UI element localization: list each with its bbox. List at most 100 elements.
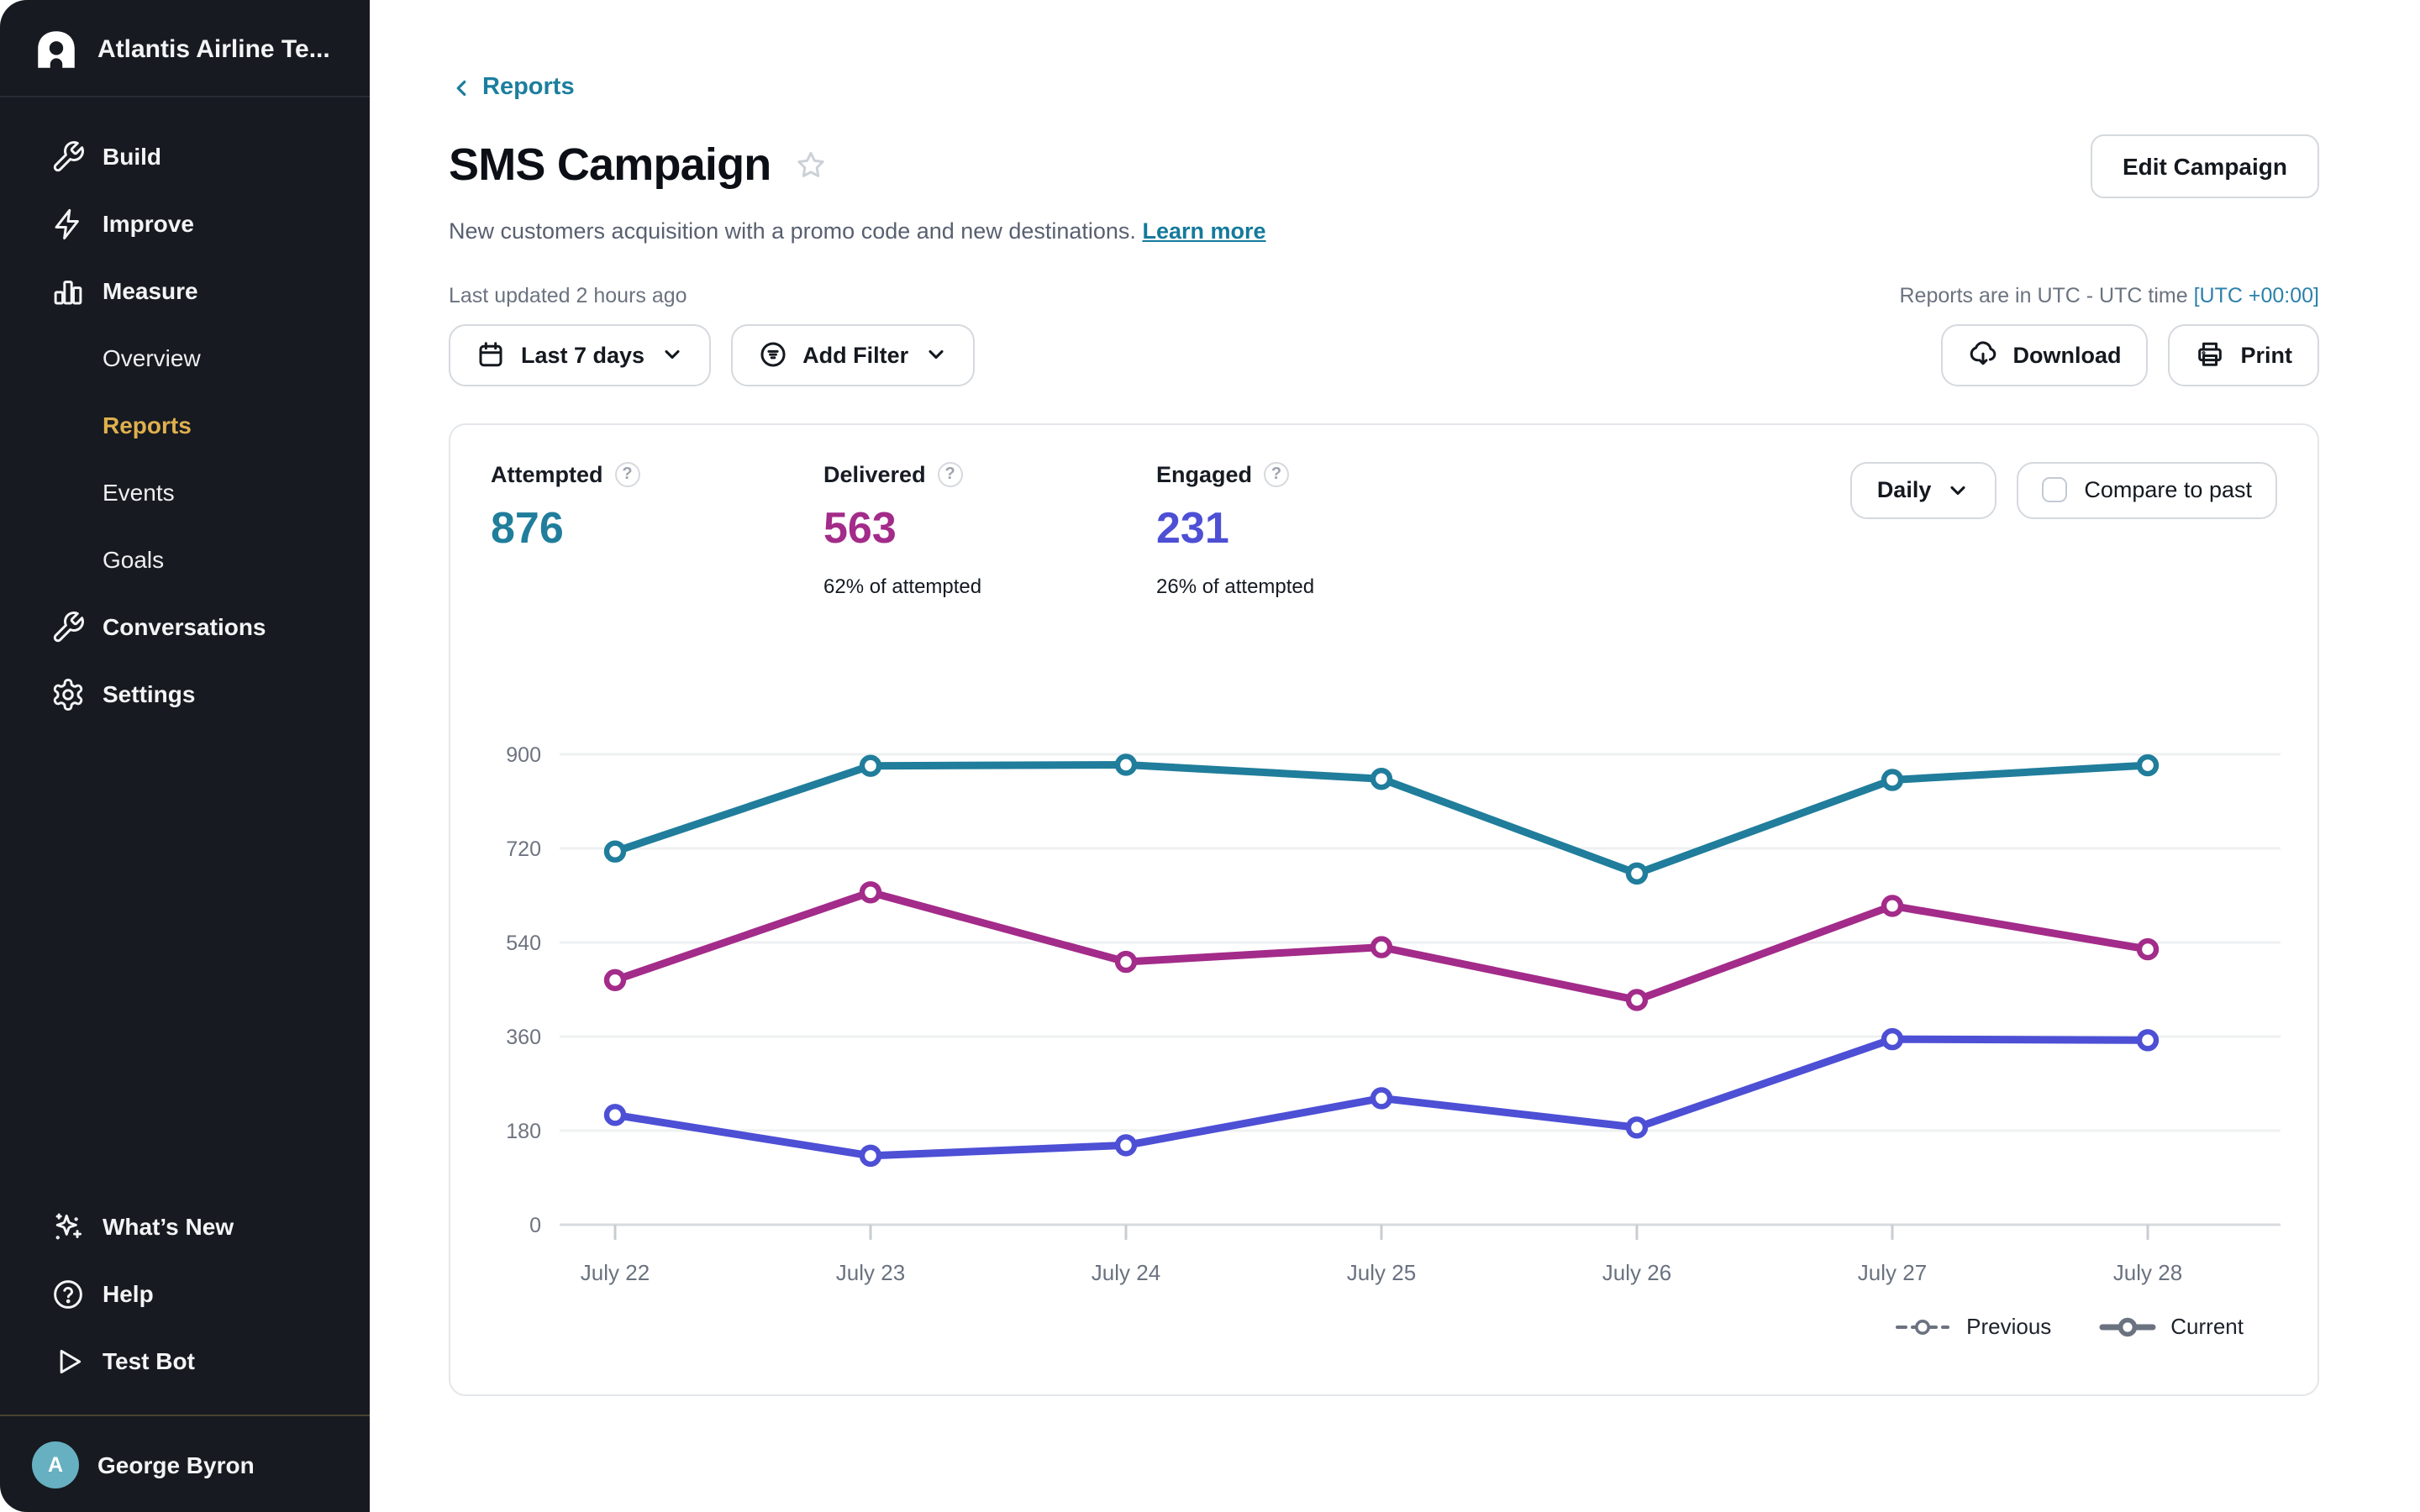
sidebar-item-measure[interactable]: Measure bbox=[0, 257, 370, 324]
sidebar-item-improve[interactable]: Improve bbox=[0, 190, 370, 257]
data-point[interactable] bbox=[607, 971, 623, 988]
data-point[interactable] bbox=[2139, 940, 2156, 957]
compare-checkbox[interactable] bbox=[2042, 477, 2067, 502]
print-button[interactable]: Print bbox=[2168, 323, 2319, 386]
data-point[interactable] bbox=[1628, 1118, 1645, 1135]
sidebar-nav: Build Improve Measure Overview Reports Events… bbox=[0, 97, 370, 727]
date-range-dropdown[interactable]: Last 7 days bbox=[449, 323, 710, 386]
legend-sample-icon bbox=[1894, 1313, 1951, 1340]
chevron-down-icon bbox=[923, 343, 947, 366]
legend-sample-icon bbox=[2098, 1313, 2155, 1340]
sidebar-item-label: Test Bot bbox=[103, 1347, 195, 1374]
sidebar-item-label: Goals bbox=[103, 546, 164, 573]
data-point[interactable] bbox=[1373, 938, 1390, 955]
x-axis-tick: July 22 bbox=[581, 1259, 650, 1284]
filter-icon bbox=[757, 339, 787, 370]
x-axis-tick: July 28 bbox=[2113, 1259, 2182, 1284]
stats-row: Attempted?876Delivered?56362% of attempt… bbox=[491, 461, 1489, 597]
sidebar-item-label: Improve bbox=[103, 210, 194, 237]
chevron-down-icon bbox=[660, 343, 683, 366]
report-card: Attempted?876Delivered?56362% of attempt… bbox=[449, 423, 2319, 1395]
sidebar-item-build[interactable]: Build bbox=[0, 123, 370, 190]
workspace-name: Atlantis Airline Te... bbox=[97, 35, 330, 64]
learn-more-link[interactable]: Learn more bbox=[1142, 218, 1265, 243]
legend-item-current[interactable]: Current bbox=[2098, 1313, 2244, 1340]
sidebar-item-test-bot[interactable]: Test Bot bbox=[0, 1327, 370, 1394]
data-point[interactable] bbox=[1373, 769, 1390, 786]
granularity-dropdown[interactable]: Daily bbox=[1850, 461, 1997, 518]
stat-value: 563 bbox=[823, 501, 1156, 554]
user-menu[interactable]: A George Byron bbox=[0, 1416, 370, 1512]
sidebar-footer-nav: What’s NewHelp Test Bot bbox=[0, 1193, 370, 1415]
chevron-down-icon bbox=[1946, 478, 1970, 501]
y-axis-tick: 180 bbox=[506, 1119, 541, 1142]
help-icon[interactable]: ? bbox=[1264, 461, 1289, 486]
sidebar-item-label: Reports bbox=[103, 412, 192, 438]
data-point[interactable] bbox=[1628, 864, 1645, 881]
stat-label: Attempted bbox=[491, 461, 603, 486]
help-icon[interactable]: ? bbox=[615, 461, 640, 486]
campaign-description: New customers acquisition with a promo c… bbox=[449, 218, 2319, 243]
favorite-star-icon[interactable] bbox=[792, 148, 828, 183]
sidebar-item-help[interactable]: Help bbox=[0, 1260, 370, 1327]
data-point[interactable] bbox=[1884, 896, 1901, 913]
x-axis-tick: July 25 bbox=[1347, 1259, 1416, 1284]
chevron-left-icon bbox=[449, 75, 474, 100]
workspace-switcher[interactable]: Atlantis Airline Te... bbox=[0, 0, 370, 96]
sidebar: Atlantis Airline Te... Build Improve Measu… bbox=[0, 0, 370, 1512]
data-point[interactable] bbox=[1884, 1030, 1901, 1047]
data-point[interactable] bbox=[1118, 755, 1134, 772]
bar-chart-icon bbox=[49, 272, 86, 309]
main-content: Reports SMS Campaign Edit Campaign New c… bbox=[370, 0, 2420, 1512]
compare-to-past-toggle[interactable]: Compare to past bbox=[2017, 461, 2277, 518]
data-point[interactable] bbox=[607, 1105, 623, 1122]
workspace-logo-icon bbox=[32, 25, 81, 74]
play-icon bbox=[49, 1342, 86, 1379]
data-point[interactable] bbox=[1118, 1136, 1134, 1152]
legend-item-previous[interactable]: Previous bbox=[1894, 1313, 2051, 1340]
download-button[interactable]: Download bbox=[1940, 323, 2148, 386]
legend-label: Current bbox=[2170, 1314, 2244, 1339]
printer-icon bbox=[2195, 339, 2225, 370]
sparkles-icon bbox=[49, 1208, 86, 1245]
sidebar-item-overview[interactable]: Overview bbox=[0, 324, 370, 391]
stat-delivered: Delivered?56362% of attempted bbox=[823, 461, 1156, 597]
sidebar-item-goals[interactable]: Goals bbox=[0, 526, 370, 593]
y-axis-tick: 360 bbox=[506, 1025, 541, 1048]
data-point[interactable] bbox=[1118, 953, 1134, 969]
sidebar-item-reports[interactable]: Reports bbox=[0, 391, 370, 459]
calendar-icon bbox=[476, 339, 506, 370]
user-name: George Byron bbox=[97, 1451, 255, 1478]
chart-legend: Previous Current bbox=[491, 1313, 2277, 1340]
breadcrumb-back[interactable]: Reports bbox=[449, 74, 575, 101]
data-point[interactable] bbox=[1884, 770, 1901, 787]
data-point[interactable] bbox=[607, 843, 623, 859]
data-point[interactable] bbox=[1628, 990, 1645, 1007]
breadcrumb-label: Reports bbox=[482, 74, 575, 101]
data-point[interactable] bbox=[2139, 756, 2156, 773]
x-axis-tick: July 27 bbox=[1858, 1259, 1927, 1284]
x-axis-tick: July 26 bbox=[1602, 1259, 1671, 1284]
utc-offset-link[interactable]: [UTC +00:00] bbox=[2194, 283, 2319, 307]
edit-campaign-button[interactable]: Edit Campaign bbox=[2091, 134, 2319, 197]
data-point[interactable] bbox=[862, 1147, 879, 1163]
timezone-note: Reports are in UTC - UTC time [UTC +00:0… bbox=[1900, 283, 2320, 307]
data-point[interactable] bbox=[862, 883, 879, 900]
add-filter-dropdown[interactable]: Add Filter bbox=[730, 323, 974, 386]
trend-chart: 0180360540720900July 22July 23July 24Jul… bbox=[491, 685, 2281, 1289]
data-point[interactable] bbox=[1373, 1089, 1390, 1105]
help-icon[interactable]: ? bbox=[938, 461, 963, 486]
data-point[interactable] bbox=[2139, 1031, 2156, 1047]
sidebar-item-label: Measure bbox=[103, 277, 198, 304]
x-axis-tick: July 23 bbox=[836, 1259, 905, 1284]
help-circle-icon bbox=[49, 1275, 86, 1312]
sidebar-item-what-s-new[interactable]: What’s New bbox=[0, 1193, 370, 1260]
page-title: SMS Campaign bbox=[449, 139, 771, 192]
stat-value: 876 bbox=[491, 501, 823, 554]
data-point[interactable] bbox=[862, 757, 879, 774]
sidebar-item-settings[interactable]: Settings bbox=[0, 660, 370, 727]
sidebar-item-label: Events bbox=[103, 479, 175, 506]
gear-icon bbox=[49, 675, 86, 712]
sidebar-item-conversations[interactable]: Conversations bbox=[0, 593, 370, 660]
sidebar-item-events[interactable]: Events bbox=[0, 459, 370, 526]
